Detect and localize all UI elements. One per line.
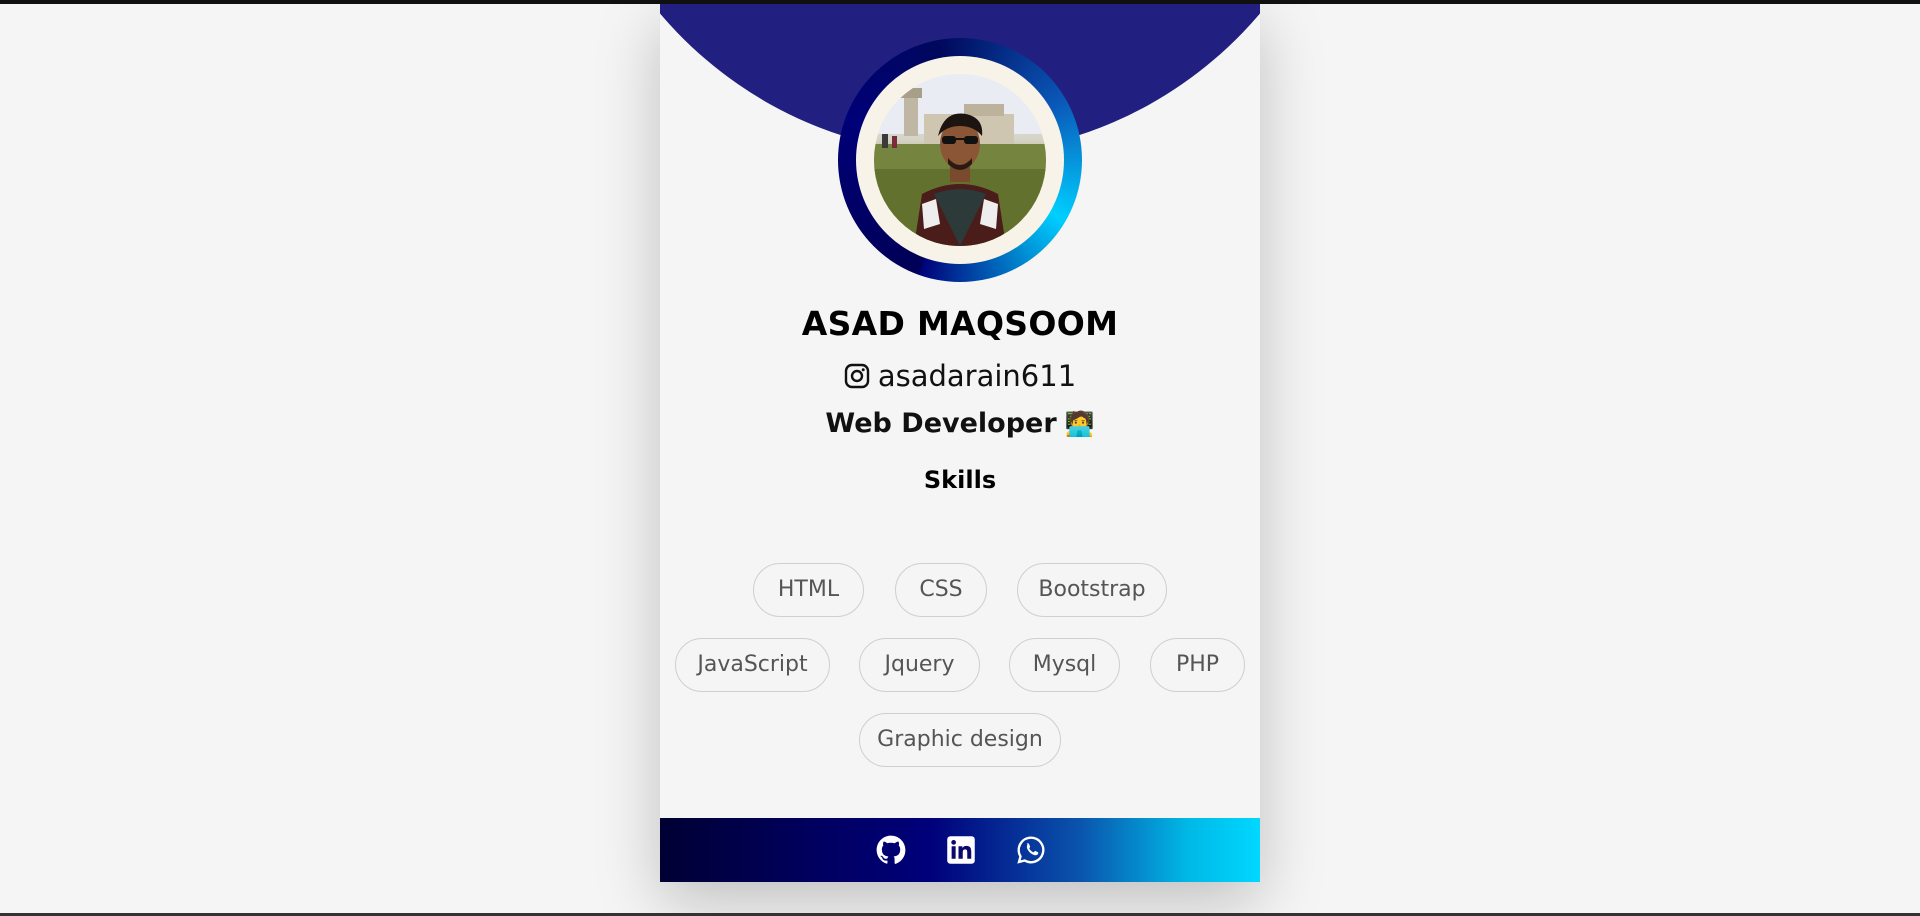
skills-heading: Skills xyxy=(923,466,997,494)
github-icon xyxy=(876,835,906,864)
skill-chip-php[interactable]: PHP xyxy=(1150,638,1245,692)
linkedin-icon xyxy=(947,836,975,864)
role-text: Web Developer xyxy=(825,408,1057,439)
linkedin-link[interactable] xyxy=(946,835,976,865)
skill-chip-mysql[interactable]: Mysql xyxy=(1009,638,1120,692)
technologist-emoji-icon: 🧑‍💻 xyxy=(1064,410,1095,438)
profile-role: Web Developer 🧑‍💻 xyxy=(660,408,1260,439)
github-link[interactable] xyxy=(876,835,906,865)
whatsapp-icon xyxy=(1017,836,1045,864)
instagram-handle-row[interactable]: asadarain611 xyxy=(660,359,1260,396)
skill-chip-bootstrap[interactable]: Bootstrap xyxy=(1017,563,1167,617)
social-footer xyxy=(660,818,1260,882)
skill-chip-graphic-design[interactable]: Graphic design xyxy=(859,713,1061,767)
profile-photo xyxy=(874,74,1046,246)
instagram-icon xyxy=(844,362,870,396)
skill-chip-jquery[interactable]: Jquery xyxy=(859,638,980,692)
whatsapp-link[interactable] xyxy=(1016,835,1046,865)
profile-name: ASAD MAQSOOM xyxy=(801,304,1119,343)
profile-card: ASAD MAQSOOM asadarain611 Web Developer 🧑… xyxy=(660,4,1260,882)
skill-chip-javascript[interactable]: JavaScript xyxy=(675,638,830,692)
instagram-handle-text: asadarain611 xyxy=(877,359,1077,393)
skill-chip-css[interactable]: CSS xyxy=(895,563,987,617)
skill-chip-html[interactable]: HTML xyxy=(753,563,864,617)
